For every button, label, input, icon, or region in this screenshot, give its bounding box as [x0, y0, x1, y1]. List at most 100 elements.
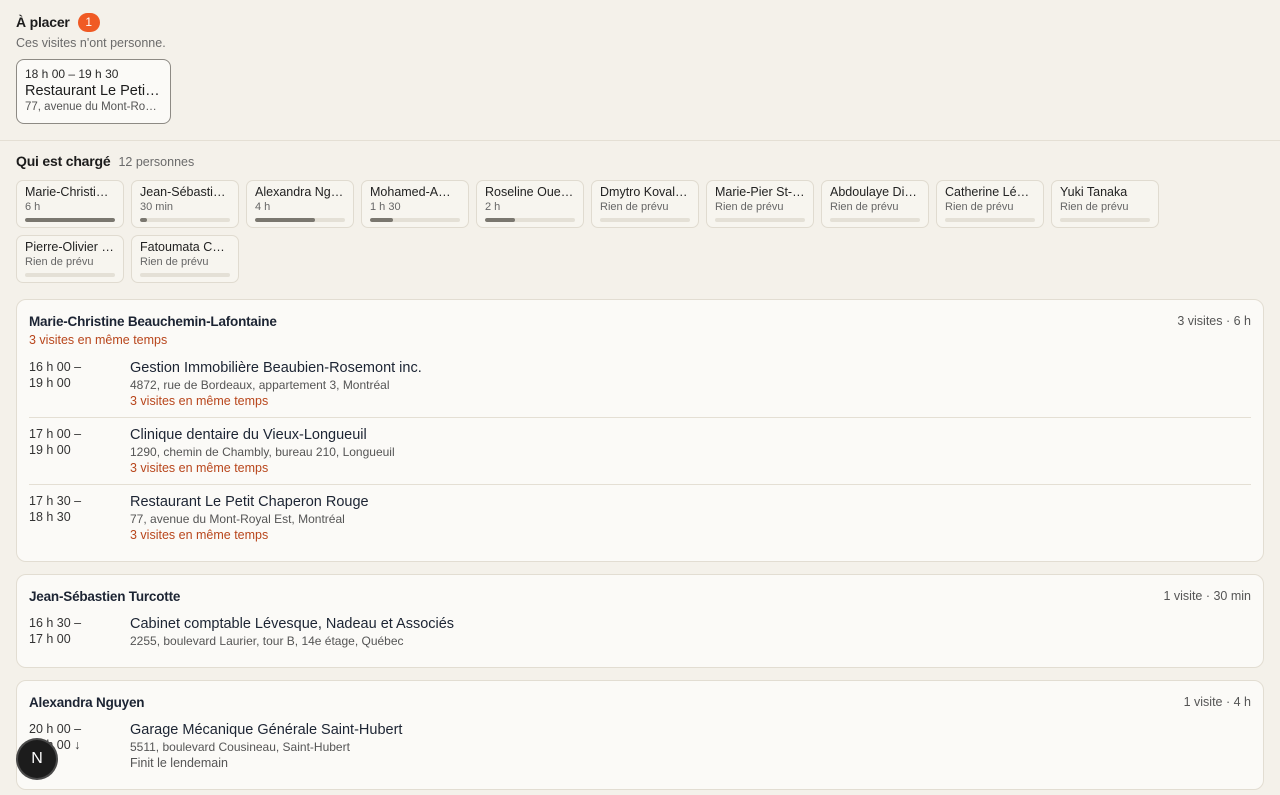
- visit-row[interactable]: 16 h 00 – 19 h 00 Gestion Immobilière Beau…: [29, 351, 1251, 418]
- visit-row[interactable]: 20 h 00 –00 h 00 ↓ Garage Mécanique Génér…: [29, 713, 1251, 779]
- person-load: Rien de prévu: [830, 201, 899, 213]
- people-grid: Marie-Christine Beauchemin-Lafontaine 6 h…: [16, 180, 1166, 283]
- assignee-name[interactable]: Alexandra Nguyen: [29, 695, 145, 710]
- visit-list: 16 h 00 – 19 h 00 Gestion Immobilière Beau…: [29, 351, 1251, 551]
- load-bar: [255, 218, 345, 222]
- card-header: Marie-Christine Beauchemin-Lafontaine 3 v…: [29, 312, 1251, 330]
- person-name: Jean-Sébastien Turcotte: [140, 185, 230, 199]
- load-bar: [140, 218, 230, 222]
- person-name: Dmytro Kovalenko: [600, 185, 690, 199]
- person-name: Yuki Tanaka: [1060, 185, 1128, 199]
- assignee-summary: 3 visites · 6 h: [1177, 314, 1251, 328]
- visit-name: Cabinet comptable Lévesque, Nadeau et As…: [130, 616, 455, 632]
- visit-details: Cabinet comptable Lévesque, Nadeau et As…: [130, 615, 1251, 649]
- load-bar: [830, 218, 920, 222]
- assignee-name[interactable]: Jean-Sébastien Turcotte: [29, 589, 180, 604]
- unplaced-visit-time: 18 h 00 – 19 h 30: [25, 67, 119, 81]
- visit-end-time: 18 h 30: [29, 510, 71, 524]
- visit-row[interactable]: 17 h 00 – 19 h 00 Clinique dentaire du Vie…: [29, 418, 1251, 485]
- person-chip[interactable]: Fatoumata Camara Rien de prévu: [131, 235, 239, 283]
- visit-start-time: 16 h 30 –: [29, 616, 82, 630]
- person-chip[interactable]: Jean-Sébastien Turcotte 30 min: [131, 180, 239, 228]
- unplaced-visit-card[interactable]: 18 h 00 – 19 h 30 Restaurant Le Petit Ch…: [16, 59, 171, 124]
- person-load: 1 h 30: [370, 201, 401, 213]
- person-chip[interactable]: Marie-Christine Beauchemin-Lafontaine 6 h: [16, 180, 124, 228]
- person-chip[interactable]: Yuki Tanaka Rien de prévu: [1051, 180, 1159, 228]
- person-chip[interactable]: Alexandra Nguyen 4 h: [246, 180, 354, 228]
- person-chip[interactable]: Pierre-Olivier Gagnon Rien de prévu: [16, 235, 124, 283]
- visit-start-time: 20 h 00 –: [29, 722, 82, 736]
- visit-details: Restaurant Le Petit Chaperon Rouge 77, av…: [130, 493, 1251, 543]
- visit-time: 16 h 30 – 17 h 00: [29, 615, 130, 649]
- load-bar-fill: [25, 218, 115, 222]
- visit-row[interactable]: 17 h 30 – 18 h 30 Restaurant Le Petit Chap…: [29, 485, 1251, 551]
- load-section: Qui est chargé 12 personnes Marie-Christ…: [0, 141, 1280, 283]
- assignee-cards: Marie-Christine Beauchemin-Lafontaine 3 v…: [0, 299, 1280, 790]
- load-bar: [1060, 218, 1150, 222]
- person-name: Fatoumata Camara: [140, 240, 230, 254]
- load-bar-fill: [140, 218, 148, 222]
- visit-details: Gestion Immobilière Beaubien-Rosemont in…: [130, 359, 1251, 409]
- unplaced-count-badge: 1: [77, 12, 100, 32]
- person-chip[interactable]: Marie-Pier St-Onge Rien de prévu: [706, 180, 814, 228]
- card-header: Jean-Sébastien Turcotte 1 visite · 30 min: [29, 587, 1251, 605]
- visit-conflict-note: 3 visites en même temps: [130, 461, 269, 475]
- visit-address: 1290, chemin de Chambly, bureau 210, Lon…: [130, 445, 395, 459]
- person-load: 2 h: [485, 201, 501, 213]
- person-chip[interactable]: Catherine Lévesque Rien de prévu: [936, 180, 1044, 228]
- load-bar: [140, 273, 230, 277]
- person-chip[interactable]: Dmytro Kovalenko Rien de prévu: [591, 180, 699, 228]
- person-chip[interactable]: Roseline Ouellet 2 h: [476, 180, 584, 228]
- load-bar: [600, 218, 690, 222]
- unplaced-visit-name: Restaurant Le Petit Chaperon Rouge: [25, 83, 162, 99]
- visit-conflict-note: 3 visites en même temps: [130, 394, 269, 408]
- assignee-summary: 1 visite · 4 h: [1183, 695, 1251, 709]
- assignee-summary: 1 visite · 30 min: [1163, 589, 1251, 603]
- person-chip[interactable]: Abdoulaye Diallo Rien de prévu: [821, 180, 929, 228]
- visit-start-time: 17 h 30 –: [29, 494, 82, 508]
- unplaced-title: À placer: [16, 14, 70, 30]
- load-heading-row: Qui est chargé 12 personnes: [16, 153, 1264, 173]
- visit-start-time: 17 h 00 –: [29, 427, 82, 441]
- app-logo-button[interactable]: N: [18, 740, 56, 778]
- person-name: Catherine Lévesque: [945, 185, 1035, 199]
- person-load: Rien de prévu: [600, 201, 669, 213]
- visit-name: Restaurant Le Petit Chaperon Rouge: [130, 494, 369, 510]
- load-bar-fill: [485, 218, 515, 222]
- load-bar: [945, 218, 1035, 222]
- visit-address: 2255, boulevard Laurier, tour B, 14e éta…: [130, 634, 404, 648]
- person-name: Mohamed-Amine: [370, 185, 460, 199]
- load-bar: [485, 218, 575, 222]
- visit-end-time: 17 h 00: [29, 632, 71, 646]
- visit-end-time: 19 h 00: [29, 443, 71, 457]
- person-load: 4 h: [255, 201, 271, 213]
- visit-time: 16 h 00 – 19 h 00: [29, 359, 130, 409]
- person-load: Rien de prévu: [945, 201, 1014, 213]
- visit-list: 16 h 30 – 17 h 00 Cabinet comptable Lévesq…: [29, 607, 1251, 657]
- load-bar-fill: [370, 218, 393, 222]
- visit-time: 17 h 00 – 19 h 00: [29, 426, 130, 476]
- person-load: 30 min: [140, 201, 174, 213]
- visit-row[interactable]: 16 h 30 – 17 h 00 Cabinet comptable Lévesq…: [29, 607, 1251, 657]
- visit-address: 77, avenue du Mont-Royal Est, Montréal: [130, 512, 345, 526]
- visit-details: Clinique dentaire du Vieux-Longueuil 1290…: [130, 426, 1251, 476]
- assignee-card: Alexandra Nguyen 1 visite · 4 h 20 h 00 –0…: [16, 680, 1264, 790]
- person-load: Rien de prévu: [1060, 201, 1129, 213]
- visit-end-time: 19 h 00: [29, 376, 71, 390]
- visit-conflict-note: 3 visites en même temps: [130, 528, 269, 542]
- assignee-card: Jean-Sébastien Turcotte 1 visite · 30 min…: [16, 574, 1264, 668]
- card-header: Alexandra Nguyen 1 visite · 4 h: [29, 693, 1251, 711]
- person-load: 6 h: [25, 201, 41, 213]
- person-name: Marie-Pier St-Onge: [715, 185, 805, 199]
- person-chip[interactable]: Mohamed-Amine 1 h 30: [361, 180, 469, 228]
- person-name: Roseline Ouellet: [485, 185, 575, 199]
- person-load: Rien de prévu: [715, 201, 784, 213]
- assignee-name[interactable]: Marie-Christine Beauchemin-Lafontaine: [29, 314, 277, 329]
- visit-name: Clinique dentaire du Vieux-Longueuil: [130, 427, 367, 443]
- load-bar: [25, 218, 115, 222]
- person-load: Rien de prévu: [25, 256, 94, 268]
- load-bar: [715, 218, 805, 222]
- visit-address: 4872, rue de Bordeaux, appartement 3, Mo…: [130, 378, 390, 392]
- person-name: Marie-Christine Beauchemin-Lafontaine: [25, 185, 115, 199]
- visit-time: 17 h 30 – 18 h 30: [29, 493, 130, 543]
